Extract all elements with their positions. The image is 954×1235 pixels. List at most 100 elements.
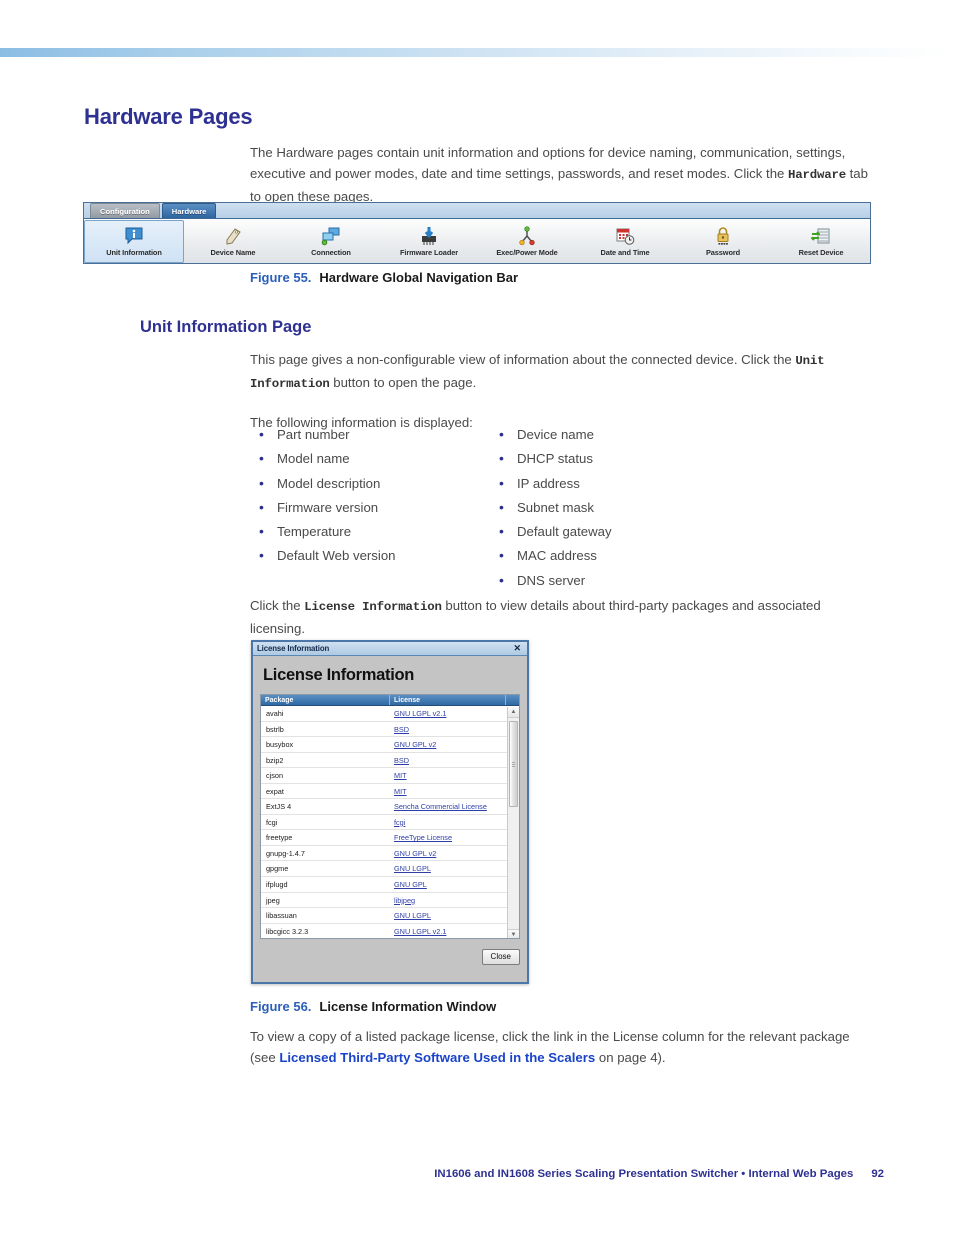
license-table: Package License avahi GNU LGPL v2.1 bstrl… bbox=[260, 694, 520, 939]
table-row[interactable]: avahi GNU LGPL v2.1 bbox=[261, 706, 519, 722]
document-page: Hardware Pages The Hardware pages contai… bbox=[0, 0, 954, 1235]
license-link[interactable]: GNU GPL bbox=[394, 880, 427, 889]
nav-button-exec-power-mode[interactable]: Exec/Power Mode bbox=[478, 220, 576, 263]
table-row[interactable]: busybox GNU GPL v2 bbox=[261, 737, 519, 753]
license-link[interactable]: Sencha Commercial License bbox=[394, 802, 487, 811]
cell-package: expat bbox=[266, 786, 284, 796]
cell-license: libjpeg bbox=[390, 893, 519, 908]
cell-package: libassuan bbox=[266, 911, 297, 921]
license-window-heading: License Information bbox=[263, 666, 415, 684]
license-link[interactable]: BSD bbox=[394, 756, 409, 765]
nav-button-firmware-loader[interactable]: Firmware Loader bbox=[380, 220, 478, 263]
tag-pencil-icon bbox=[222, 226, 244, 246]
list-item: DHCP status bbox=[495, 446, 735, 471]
intro-paragraph: The Hardware pages contain unit informat… bbox=[250, 142, 875, 207]
cell-license: MIT bbox=[390, 768, 519, 783]
table-row[interactable]: libcgicc 3.2.3 GNU LGPL v2.1 bbox=[261, 923, 519, 938]
tab-configuration[interactable]: Configuration bbox=[90, 203, 160, 218]
nav-button-label: Reset Device bbox=[798, 248, 844, 257]
figure-56-title: License Information Window bbox=[319, 999, 497, 1014]
license-link[interactable]: MIT bbox=[394, 787, 407, 796]
closing-paragraph: To view a copy of a listed package licen… bbox=[250, 1026, 875, 1068]
license-link[interactable]: libjpeg bbox=[394, 896, 415, 905]
table-row[interactable]: freetype FreeType License bbox=[261, 830, 519, 846]
license-window-body: License Information Package License avah… bbox=[253, 656, 527, 982]
license-link[interactable]: FreeType License bbox=[394, 833, 452, 842]
cell-package: libcgicc 3.2.3 bbox=[266, 926, 309, 936]
nav-button-device-name[interactable]: Device Name bbox=[184, 220, 282, 263]
nav-button-label: Date and Time bbox=[600, 248, 650, 257]
cell-package: ifplugd bbox=[266, 880, 288, 890]
info-list-right-column: Device name DHCP status IP address Subne… bbox=[495, 422, 735, 593]
license-link[interactable]: GNU GPL v2 bbox=[394, 740, 436, 749]
table-row[interactable]: ifplugd GNU GPL bbox=[261, 877, 519, 893]
nav-button-label: Device Name bbox=[210, 248, 256, 257]
table-row[interactable]: libassuan GNU LGPL bbox=[261, 908, 519, 924]
nav-button-unit-information[interactable]: Unit Information bbox=[84, 220, 184, 263]
table-row[interactable]: cjson MIT bbox=[261, 768, 519, 784]
nav-button-date-and-time[interactable]: Date and Time bbox=[576, 220, 674, 263]
license-link[interactable]: MIT bbox=[394, 771, 407, 780]
cell-license: Sencha Commercial License bbox=[390, 799, 519, 814]
figure-55-number: Figure 55. bbox=[250, 270, 312, 285]
table-row[interactable]: gpgme GNU LGPL bbox=[261, 861, 519, 878]
nav-button-password[interactable]: Password bbox=[674, 220, 772, 263]
cross-reference-link[interactable]: Licensed Third-Party Software Used in th… bbox=[279, 1050, 595, 1065]
tab-hardware[interactable]: Hardware bbox=[161, 203, 217, 218]
cell-package: freetype bbox=[266, 833, 293, 843]
close-button[interactable]: Close bbox=[481, 949, 520, 965]
info-list-left: Part number Model name Model description… bbox=[255, 422, 485, 569]
closing-text-2: on page 4). bbox=[595, 1050, 666, 1065]
license-link[interactable]: GNU LGPL v2.1 bbox=[394, 927, 446, 936]
table-row[interactable]: ExtJS 4 Sencha Commercial License bbox=[261, 799, 519, 815]
info-list-left-column: Part number Model name Model description… bbox=[255, 422, 485, 569]
cell-license: GNU GPL v2 bbox=[390, 846, 519, 861]
license-table-rows: avahi GNU LGPL v2.1 bstrlb BSD busybox GNU … bbox=[261, 706, 519, 938]
license-link[interactable]: GNU LGPL v2.1 bbox=[394, 709, 446, 718]
cell-license: fcgi bbox=[390, 815, 519, 830]
hardware-tab-mono: Hardware bbox=[788, 168, 846, 182]
figure-56-caption: Figure 56. License Information Window bbox=[250, 999, 496, 1014]
unit-info-paragraph-block: This page gives a non-configurable view … bbox=[250, 349, 875, 433]
list-item: Subnet mask bbox=[495, 495, 735, 520]
table-row[interactable]: gnupg-1.4.7 GNU GPL v2 bbox=[261, 845, 519, 862]
scrollbar-thumb[interactable] bbox=[509, 721, 518, 807]
page-footer: IN1606 and IN1608 Series Scaling Present… bbox=[0, 1168, 884, 1180]
nav-button-connection[interactable]: Connection bbox=[282, 220, 380, 263]
license-window-titlebar: License Information ✕ bbox=[253, 642, 527, 656]
cell-package: fcgi bbox=[266, 817, 278, 827]
cell-package: gpgme bbox=[266, 864, 289, 874]
nav-button-label: Unit Information bbox=[106, 248, 162, 257]
cell-package: busybox bbox=[266, 740, 294, 750]
license-information-window: License Information ✕ License Informatio… bbox=[251, 640, 529, 984]
nav-button-reset-device[interactable]: Reset Device bbox=[772, 220, 870, 263]
table-row[interactable]: bzip2 BSD bbox=[261, 752, 519, 769]
list-item: Model description bbox=[255, 471, 485, 496]
license-table-scrollbar[interactable]: ▲ ▼ bbox=[507, 707, 519, 938]
column-header-spacer bbox=[506, 695, 519, 705]
list-item: Device name bbox=[495, 422, 735, 447]
table-row[interactable]: jpeg libjpeg bbox=[261, 892, 519, 909]
license-link[interactable]: GNU LGPL bbox=[394, 911, 431, 920]
scroll-down-arrow-icon[interactable]: ▼ bbox=[508, 929, 519, 938]
info-balloon-icon bbox=[123, 226, 145, 246]
table-row[interactable]: expat MIT bbox=[261, 783, 519, 800]
calendar-clock-icon bbox=[614, 226, 636, 246]
scroll-up-arrow-icon[interactable]: ▲ bbox=[508, 707, 519, 718]
table-row[interactable]: fcgi fcgi bbox=[261, 814, 519, 831]
license-link[interactable]: BSD bbox=[394, 725, 409, 734]
license-link[interactable]: fcgi bbox=[394, 818, 405, 827]
license-link[interactable]: GNU GPL v2 bbox=[394, 849, 436, 858]
chip-download-icon bbox=[418, 226, 440, 246]
license-link[interactable]: GNU LGPL bbox=[394, 864, 431, 873]
close-x-icon[interactable]: ✕ bbox=[511, 644, 523, 653]
table-row[interactable]: bstrlb BSD bbox=[261, 721, 519, 738]
list-item: IP address bbox=[495, 471, 735, 496]
license-intro-block: Click the License Information button to … bbox=[250, 595, 875, 639]
cell-package: avahi bbox=[266, 709, 284, 718]
cell-package: bstrlb bbox=[266, 724, 284, 734]
nav-button-row: Unit Information Device Name Connection … bbox=[84, 219, 870, 263]
unit-info-paragraph: This page gives a non-configurable view … bbox=[250, 349, 875, 395]
section-heading-unit-information: Unit Information Page bbox=[140, 318, 312, 336]
column-header-package: Package bbox=[261, 695, 390, 705]
